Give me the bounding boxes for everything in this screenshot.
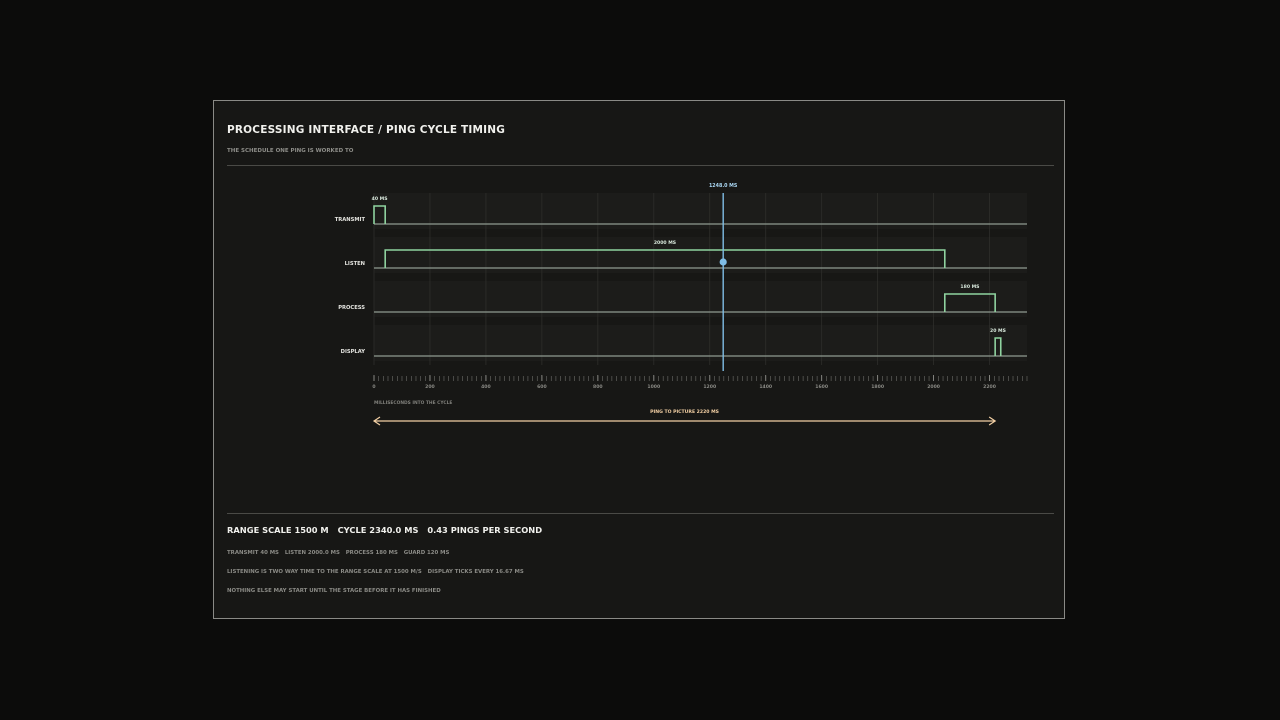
stage-duration-label: 2000 MS xyxy=(654,240,676,246)
axis-tick-label: 200 xyxy=(425,384,435,390)
span-label: PING TO PICTURE 2220 MS xyxy=(650,409,719,415)
transmit-duration: TRANSMIT 40 MS xyxy=(227,550,279,556)
axis-tick-label: 1000 xyxy=(647,384,660,390)
summary-stats: RANGE SCALE 1500 M CYCLE 2340.0 MS 0.43 … xyxy=(227,525,548,535)
stage-duration-label: 180 MS xyxy=(960,284,979,290)
listen-duration: LISTEN 2000.0 MS xyxy=(284,550,340,556)
axis-tick-label: 1800 xyxy=(871,384,884,390)
lane-label: DISPLAY xyxy=(341,349,366,355)
display-tick-text: DISPLAY TICKS EVERY 16.67 MS xyxy=(427,569,524,575)
process-duration: PROCESS 180 MS xyxy=(345,550,398,556)
guard-duration: GUARD 120 MS xyxy=(403,550,450,556)
axis-tick-label: 0 xyxy=(372,384,375,390)
axis-tick-label: 1400 xyxy=(759,384,772,390)
timing-panel: PROCESSING INTERFACE / PING CYCLE TIMING… xyxy=(213,100,1065,619)
listening-note: LISTENING IS TWO WAY TIME TO THE RANGE S… xyxy=(227,569,528,575)
order-note: NOTHING ELSE MAY START UNTIL THE STAGE B… xyxy=(227,588,441,594)
stage-durations: TRANSMIT 40 MS LISTEN 2000.0 MS PROCESS … xyxy=(227,550,453,556)
x-axis-label: MILLISECONDS INTO THE CYCLE xyxy=(374,400,452,406)
axis-tick-label: 600 xyxy=(537,384,547,390)
timing-chart: TRANSMIT 40 MS LISTEN 2000 MS PROCESS 180 MS D… xyxy=(335,183,1028,426)
footer-divider xyxy=(227,513,1054,514)
stage-duration-label: 40 MS xyxy=(372,196,388,202)
axis-tick-label: 1600 xyxy=(815,384,828,390)
cursor-marker xyxy=(719,258,727,266)
lane-label: TRANSMIT xyxy=(335,217,366,223)
range-scale-stat: RANGE SCALE 1500 M xyxy=(227,525,329,535)
rate-stat: 0.43 PINGS PER SECOND xyxy=(427,525,543,535)
listening-text: LISTENING IS TWO WAY TIME TO THE RANGE S… xyxy=(227,569,422,575)
stage-duration-label: 20 MS xyxy=(990,328,1006,334)
axis-tick-label: 2000 xyxy=(927,384,940,390)
lane-label: LISTEN xyxy=(345,261,365,267)
axis-tick-label: 2200 xyxy=(983,384,996,390)
cursor-label: 1248.0 MS xyxy=(709,183,738,189)
lane-label: PROCESS xyxy=(338,305,365,311)
axis-tick-label: 400 xyxy=(481,384,491,390)
axis-tick-label: 1200 xyxy=(703,384,716,390)
axis-tick-label: 800 xyxy=(593,384,603,390)
cycle-stat: CYCLE 2340.0 MS xyxy=(337,525,419,535)
